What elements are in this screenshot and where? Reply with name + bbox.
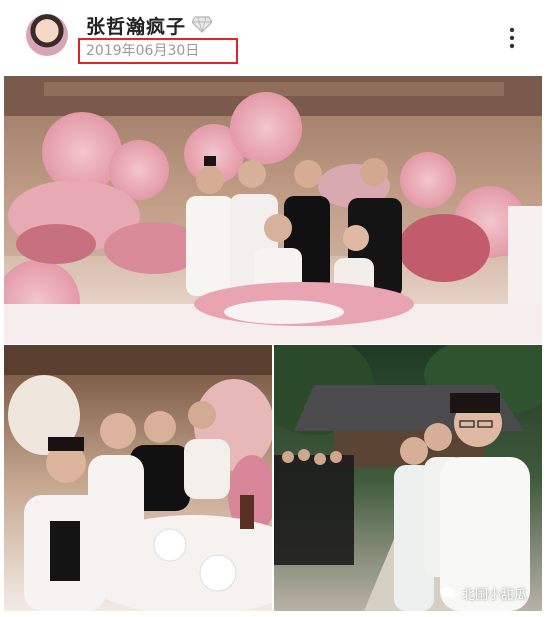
post-header: 张哲瀚疯子 2019年06月30日 — [0, 0, 550, 74]
watermark-text: 北国小甜瓜 — [462, 587, 528, 603]
username[interactable]: 张哲瀚疯子 — [86, 12, 186, 39]
post-date: 2019年06月30日 — [78, 38, 238, 64]
avatar[interactable] — [26, 14, 68, 56]
more-vertical-icon[interactable] — [504, 26, 520, 50]
photo-banquet-group[interactable] — [4, 76, 542, 344]
diamond-vip-icon — [192, 16, 212, 33]
photo-temple-courtyard[interactable] — [274, 345, 542, 611]
photo-friends-table[interactable] — [4, 345, 272, 611]
wechat-channel-icon — [441, 587, 457, 599]
watermark: 北国小甜瓜 — [440, 582, 527, 604]
